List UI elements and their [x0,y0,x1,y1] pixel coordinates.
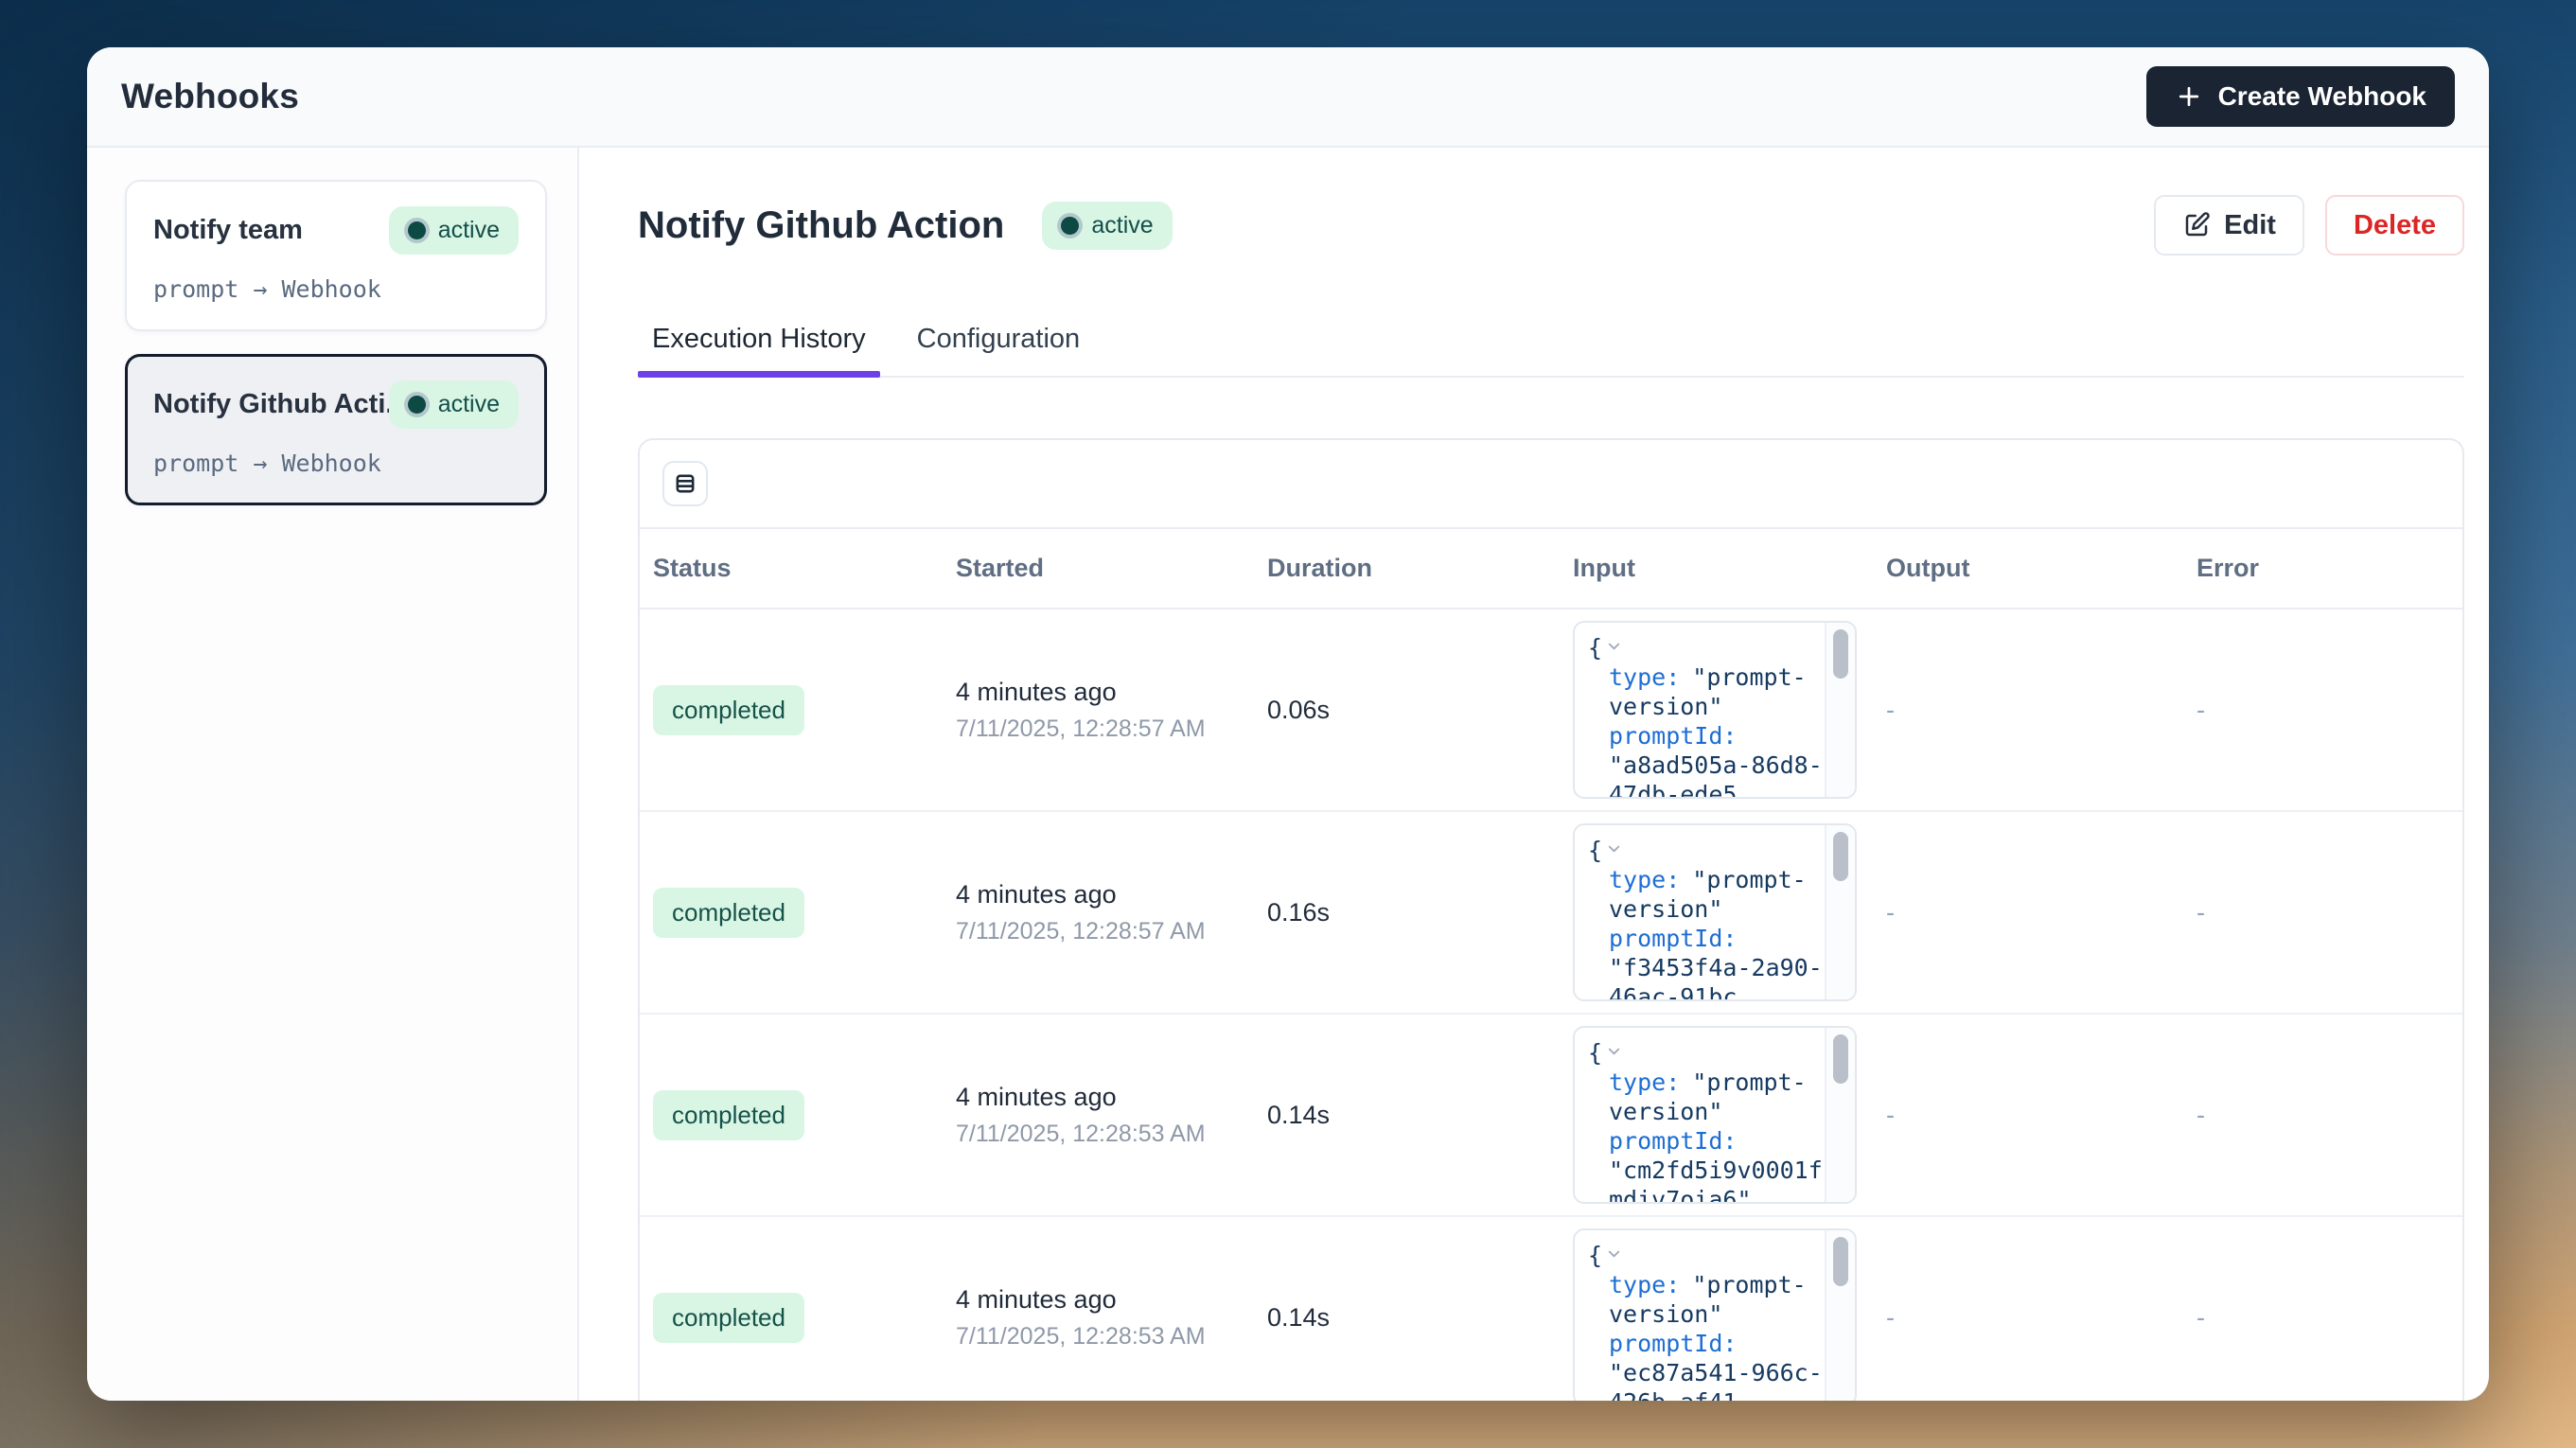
column-header-output: Output [1873,529,2183,608]
create-webhook-button[interactable]: Create Webhook [2146,66,2455,127]
status-dot-icon [408,396,426,414]
delete-button[interactable]: Delete [2325,195,2464,256]
error-value: - [2183,887,2462,939]
webhook-name: Notify team [153,215,303,246]
column-header-input: Input [1560,529,1873,608]
output-value: - [1873,684,2183,736]
sidebar-item-notify-github-action[interactable]: Notify Github Acti... active prompt → We… [125,354,547,505]
chevron-down-icon[interactable] [1606,638,1622,654]
page-title: Webhooks [121,77,299,116]
webhook-name: Notify Github Acti... [153,389,389,420]
error-value: - [2183,684,2462,736]
column-header-duration: Duration [1254,529,1560,608]
plus-icon [2175,82,2203,111]
status-dot-icon [1061,217,1079,235]
detail-tabs: Execution History Configuration [638,324,2464,378]
tab-configuration[interactable]: Configuration [903,324,1095,376]
table-row: completed 4 minutes ago 7/11/2025, 12:28… [640,1217,2462,1401]
edit-label: Edit [2224,210,2276,241]
started-relative: 4 minutes ago [956,1285,1237,1315]
table-rows-icon [672,470,698,497]
table-row: completed 4 minutes ago 7/11/2025, 12:28… [640,1015,2462,1217]
create-webhook-label: Create Webhook [2218,81,2426,112]
table-toolbar [640,440,2462,529]
input-json-viewer[interactable]: { type:"prompt- version" promptId: "ec87… [1573,1228,1857,1401]
output-value: - [1873,887,2183,939]
input-json-viewer[interactable]: { type:"prompt- version" promptId: "f345… [1573,823,1857,1001]
output-value: - [1873,1292,2183,1344]
webhook-route: prompt → Webhook [153,450,519,477]
chevron-down-icon[interactable] [1606,1245,1622,1262]
input-json-viewer[interactable]: { type:"prompt- version" promptId: "a8ad… [1573,621,1857,799]
table-header-row: Status Started Duration Input Output Err… [640,529,2462,609]
webhook-route: prompt → Webhook [153,275,519,303]
duration-value: 0.06s [1254,684,1560,736]
status-badge-completed: completed [653,685,804,735]
chevron-down-icon[interactable] [1606,1043,1622,1059]
execution-history-table: Status Started Duration Input Output Err… [638,438,2464,1401]
duration-value: 0.14s [1254,1292,1560,1344]
started-absolute: 7/11/2025, 12:28:57 AM [956,918,1237,945]
edit-button[interactable]: Edit [2154,195,2304,256]
webhook-detail-panel: Notify Github Action active Edit Delete [579,148,2489,1401]
edit-pencil-icon [2182,211,2211,239]
output-value: - [1873,1089,2183,1141]
status-badge: active [389,380,519,429]
error-value: - [2183,1089,2462,1141]
input-json-viewer[interactable]: { type:"prompt- version" promptId: "cm2f… [1573,1026,1857,1204]
column-header-started: Started [943,529,1254,608]
detail-header: Notify Github Action active Edit Delete [638,195,2464,256]
duration-value: 0.16s [1254,887,1560,939]
status-badge: active [389,206,519,255]
started-relative: 4 minutes ago [956,1083,1237,1112]
tab-execution-history[interactable]: Execution History [638,324,880,376]
chevron-down-icon[interactable] [1606,840,1622,856]
json-scrollbar-thumb[interactable] [1833,1034,1848,1084]
status-badge-completed: completed [653,1293,804,1343]
started-absolute: 7/11/2025, 12:28:57 AM [956,715,1237,743]
status-badge: active [1042,202,1172,250]
webhook-list-sidebar: Notify team active prompt → Webhook Noti… [87,148,579,1401]
json-scrollbar-thumb[interactable] [1833,832,1848,881]
started-relative: 4 minutes ago [956,880,1237,909]
status-dot-icon [408,221,426,239]
webhook-title: Notify Github Action [638,204,1004,247]
column-header-error: Error [2183,529,2462,608]
table-rows-view-button[interactable] [662,461,708,506]
status-badge-completed: completed [653,888,804,938]
duration-value: 0.14s [1254,1089,1560,1141]
column-header-status: Status [640,529,943,608]
status-badge-completed: completed [653,1090,804,1140]
sidebar-item-notify-team[interactable]: Notify team active prompt → Webhook [125,180,547,331]
app-window: Webhooks Create Webhook Notify team acti… [87,47,2489,1401]
started-relative: 4 minutes ago [956,678,1237,707]
json-scrollbar-thumb[interactable] [1833,1237,1848,1286]
started-absolute: 7/11/2025, 12:28:53 AM [956,1323,1237,1351]
json-scrollbar-thumb[interactable] [1833,629,1848,679]
table-row: completed 4 minutes ago 7/11/2025, 12:28… [640,812,2462,1015]
started-absolute: 7/11/2025, 12:28:53 AM [956,1121,1237,1148]
error-value: - [2183,1292,2462,1344]
table-row: completed 4 minutes ago 7/11/2025, 12:28… [640,609,2462,812]
top-bar: Webhooks Create Webhook [87,47,2489,148]
